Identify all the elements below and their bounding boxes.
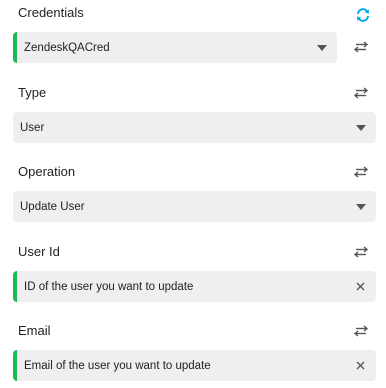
user-id-input[interactable]: ID of the user you want to update bbox=[13, 271, 376, 302]
swap-arrows-icon[interactable] bbox=[353, 41, 369, 53]
operation-select[interactable]: Update User bbox=[13, 191, 376, 222]
swap-arrows-icon[interactable] bbox=[353, 166, 369, 178]
type-value: User bbox=[20, 121, 45, 134]
credentials-select[interactable]: ZendeskQACred bbox=[13, 32, 337, 63]
user-id-label: User Id bbox=[18, 244, 60, 259]
credentials-label: Credentials bbox=[18, 5, 84, 20]
operation-value: Update User bbox=[20, 200, 85, 213]
email-label: Email bbox=[18, 323, 51, 338]
type-label: Type bbox=[18, 85, 47, 100]
email-placeholder: Email of the user you want to update bbox=[24, 359, 211, 372]
close-icon[interactable] bbox=[352, 358, 368, 374]
operation-label: Operation bbox=[18, 164, 76, 179]
chevron-down-icon bbox=[356, 124, 366, 131]
swap-arrows-icon[interactable] bbox=[353, 325, 369, 337]
close-icon[interactable] bbox=[352, 279, 368, 295]
chevron-down-icon bbox=[317, 44, 327, 51]
credentials-value: ZendeskQACred bbox=[24, 41, 110, 54]
refresh-icon[interactable] bbox=[355, 7, 371, 23]
chevron-down-icon bbox=[356, 203, 366, 210]
swap-arrows-icon[interactable] bbox=[353, 87, 369, 99]
type-select[interactable]: User bbox=[13, 112, 376, 143]
swap-arrows-icon[interactable] bbox=[353, 246, 369, 258]
email-input[interactable]: Email of the user you want to update bbox=[13, 350, 376, 381]
user-id-placeholder: ID of the user you want to update bbox=[24, 280, 194, 293]
